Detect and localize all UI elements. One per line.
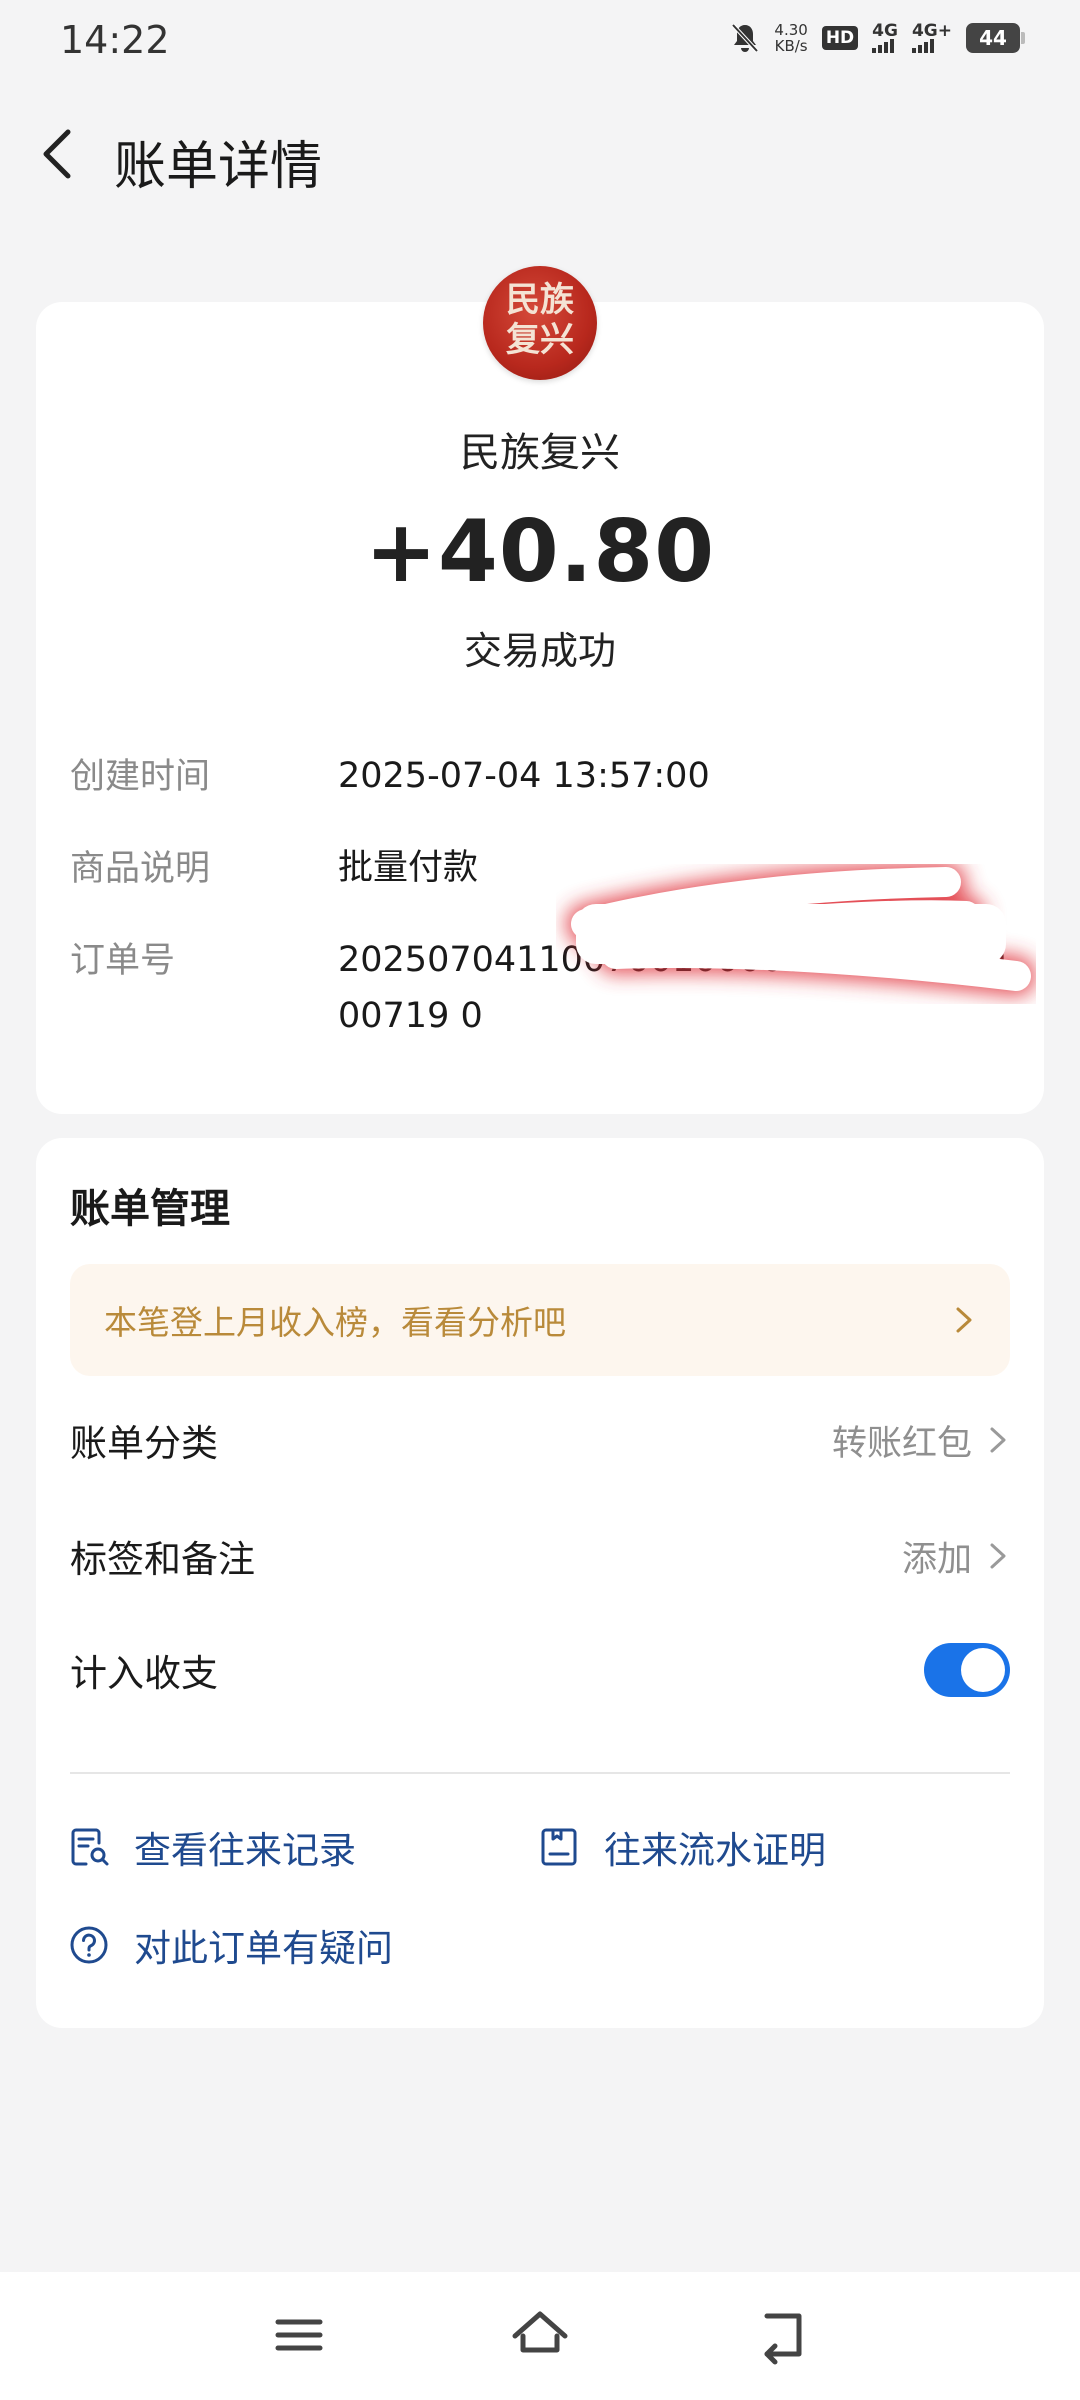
receipt-icon [541,1828,577,1866]
income-ranking-banner[interactable]: 本笔登上月收入榜，看看分析吧 [70,1264,1010,1376]
tags-notes-label: 标签和备注 [70,1538,255,1581]
network-speed: 4.30 KB/s [774,22,807,54]
status-bar: 14:22 4.30 KB/s HD 4G 4G+ 44 [0,0,1080,80]
bill-category-value: 转账红包 [831,1423,972,1464]
detail-label: 订单号 [70,941,176,981]
page-title: 账单详情 [114,137,323,197]
view-records-link[interactable]: 查看往来记录 [66,1820,356,1874]
merchant-logo: 民族 复兴 [483,266,597,380]
transaction-amount: +40.80 [364,502,716,602]
tags-notes-value: 添加 [901,1539,972,1580]
status-time: 14:22 [60,18,170,62]
order-question-label: 对此订单有疑问 [134,1927,393,1970]
battery-level: 44 [979,26,1007,50]
view-records-label: 查看往来记录 [134,1829,356,1872]
system-navigation-bar [0,2272,1080,2400]
detail-value: 批量付款 [338,848,479,888]
section-title: 账单管理 [70,1186,230,1232]
transaction-proof-link[interactable]: 往来流水证明 [536,1820,826,1874]
toggle-knob [961,1648,1005,1692]
divider [70,1772,1010,1774]
network-speed-value: 4.30 [774,21,808,39]
battery-icon: 44 [966,23,1025,53]
transaction-status: 交易成功 [463,629,616,673]
order-number-value[interactable]: 20250704110070010000000000000000719 0 [338,932,1018,1044]
merchant-logo-line1: 民族 [506,280,574,320]
include-in-stats-toggle[interactable] [924,1643,1010,1697]
header: 账单详情 [0,110,1080,200]
network-speed-unit: KB/s [774,37,808,55]
sim1-label: 4G [872,21,898,41]
status-icons: 4.30 KB/s HD 4G 4G+ 44 [730,21,1025,54]
include-in-stats-row: 计入收支 [70,1630,1010,1710]
detail-label: 创建时间 [70,757,211,797]
back-icon[interactable] [745,2300,815,2370]
help-circle-icon [70,1926,108,1964]
detail-label: 商品说明 [70,849,211,889]
bill-management-card: 账单管理 本笔登上月收入榜，看看分析吧 账单分类 转账红包 标签和备注 添加 计… [36,1138,1044,2028]
sim2-signal-icon: 4G+ [911,21,952,53]
chevron-right-icon [990,1427,1006,1453]
sim2-label: 4G+ [911,21,952,41]
transaction-summary-card: 民族 复兴 民族复兴 +40.80 交易成功 创建时间 2025-07-04 1… [36,266,1044,1114]
hd-voice-icon: HD [821,26,859,50]
transaction-proof-label: 往来流水证明 [604,1829,826,1872]
bill-category-row[interactable]: 账单分类 转账红包 [70,1400,1010,1480]
include-in-stats-label: 计入收支 [70,1652,218,1695]
merchant-name: 民族复兴 [460,430,620,476]
chevron-left-icon[interactable] [30,124,90,184]
chevron-right-icon [956,1307,972,1333]
bill-category-label: 账单分类 [70,1422,218,1465]
banner-text: 本笔登上月收入榜，看看分析吧 [104,1303,566,1342]
document-search-icon [71,1828,109,1866]
merchant-logo-line2: 复兴 [506,320,574,360]
bell-muted-icon [731,23,759,53]
sim1-signal-icon: 4G [872,23,898,53]
tags-notes-row[interactable]: 标签和备注 添加 [70,1516,1010,1596]
home-icon[interactable] [505,2300,575,2370]
order-question-link[interactable]: 对此订单有疑问 [66,1918,393,1972]
detail-value: 2025-07-04 13:57:00 [338,756,710,796]
menu-icon[interactable] [264,2300,334,2370]
chevron-right-icon [990,1543,1006,1569]
